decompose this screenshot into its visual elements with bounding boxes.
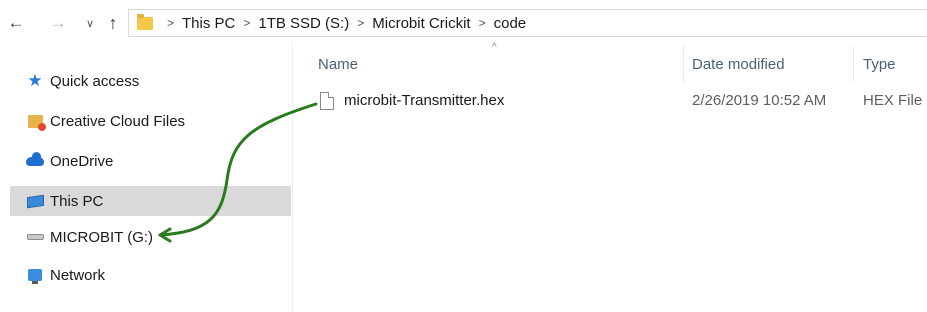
column-header-name[interactable]: Name — [318, 56, 358, 73]
cloud-icon — [26, 151, 44, 170]
breadcrumb-separator[interactable]: > — [479, 16, 486, 30]
column-divider[interactable] — [853, 46, 854, 82]
sidebar-item-label: Quick access — [50, 72, 140, 90]
breadcrumb-separator[interactable]: > — [243, 16, 250, 30]
breadcrumb-this-pc[interactable]: This PC — [182, 15, 235, 32]
sort-indicator: ^ — [492, 42, 497, 53]
recent-locations-button[interactable]: ∨ — [80, 12, 100, 34]
breadcrumb-separator[interactable]: > — [357, 16, 364, 30]
file-name: microbit-Transmitter.hex — [344, 92, 505, 109]
sidebar-item-network[interactable]: Network — [10, 260, 291, 290]
creative-cloud-folder-icon — [26, 112, 46, 131]
up-button[interactable]: ↑ — [103, 12, 123, 34]
drive-icon — [26, 228, 44, 246]
breadcrumb-microbit-crickit[interactable]: Microbit Crickit — [372, 15, 470, 32]
sidebar-item-label: Network — [50, 266, 106, 284]
address-bar[interactable]: > This PC > 1TB SSD (S:) > Microbit Cric… — [128, 9, 927, 37]
computer-icon — [26, 192, 44, 210]
arrow-up-icon: ↑ — [108, 12, 118, 33]
file-icon — [320, 92, 334, 110]
sidebar-item-label: OneDrive — [50, 152, 114, 170]
file-row[interactable]: microbit-Transmitter.hex 2/26/2019 10:52… — [318, 88, 927, 114]
file-type: HEX File — [863, 92, 923, 109]
sidebar-item-quick-access[interactable]: ★ Quick access — [10, 66, 291, 96]
back-button[interactable]: ← — [6, 12, 26, 34]
sidebar-item-this-pc[interactable]: This PC — [10, 186, 291, 216]
column-divider[interactable] — [683, 46, 684, 82]
sidebar-item-label: Creative Cloud Files — [50, 112, 186, 130]
forward-button[interactable]: → — [48, 12, 68, 34]
star-icon: ★ — [27, 71, 43, 90]
network-icon — [26, 266, 44, 284]
file-date-modified: 2/26/2019 10:52 AM — [692, 92, 827, 109]
arrow-right-icon: → — [49, 13, 67, 32]
chevron-down-icon: ∨ — [85, 17, 95, 30]
column-header-type[interactable]: Type — [863, 56, 896, 73]
column-header-date-modified[interactable]: Date modified — [692, 56, 785, 73]
sidebar-item-label: This PC — [50, 192, 104, 210]
breadcrumb-ssd-drive[interactable]: 1TB SSD (S:) — [258, 15, 349, 32]
sidebar-divider — [292, 42, 293, 312]
folder-icon — [137, 13, 153, 30]
breadcrumb-code[interactable]: code — [494, 15, 527, 32]
sidebar-item-microbit-drive[interactable]: MICROBIT (G:) — [10, 222, 291, 252]
sidebar-item-onedrive[interactable]: OneDrive — [10, 146, 291, 176]
breadcrumb-separator[interactable]: > — [167, 16, 174, 30]
sidebar-item-creative-cloud[interactable]: Creative Cloud Files — [10, 106, 291, 136]
sidebar-item-label: MICROBIT (G:) — [50, 228, 154, 246]
arrow-left-icon: ← — [7, 13, 25, 32]
